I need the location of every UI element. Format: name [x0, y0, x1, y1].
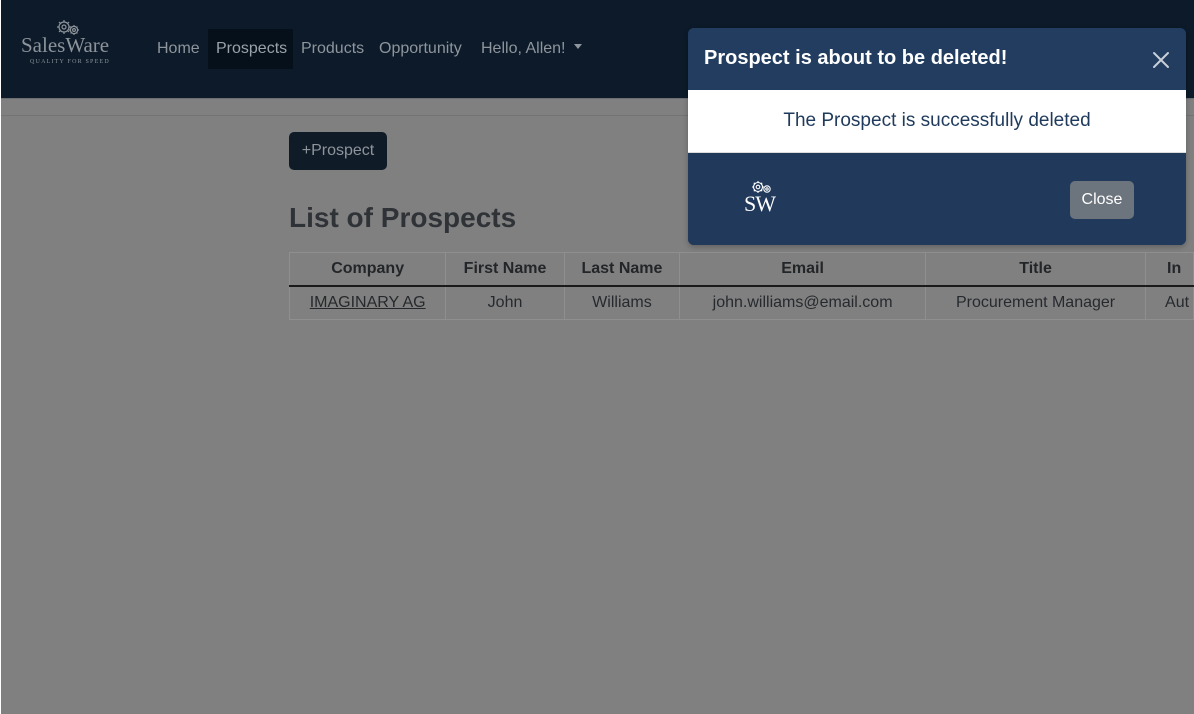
cell-title: Procurement Manager [925, 285, 1147, 320]
table-header-row: Company First Name Last Name Email Title… [288, 252, 1194, 287]
cell-company: IMAGINARY AG [288, 285, 447, 320]
sw-logo: SW [744, 179, 784, 217]
nav-home[interactable]: Home [149, 29, 208, 69]
modal-title: Prospect is about to be deleted! [704, 47, 1008, 69]
user-greeting: Hello, Allen! [481, 40, 566, 57]
logo-tagline: QUALITY FOR SPEED [30, 59, 110, 65]
page-title: List of Prospects [289, 202, 517, 233]
window-edge [0, 0, 1, 714]
modal-footer: SW Close [688, 153, 1186, 245]
cell-first-name: John [445, 285, 565, 320]
user-menu-dropdown[interactable]: Hello, Allen! [473, 29, 590, 69]
cell-industry: Aut [1145, 285, 1194, 320]
nav-opportunity[interactable]: Opportunity [371, 29, 470, 69]
caret-down-icon [573, 44, 582, 50]
modal-header: Prospect is about to be deleted! [688, 28, 1186, 90]
salesware-logo[interactable]: SalesWare QUALITY FOR SPEED [21, 18, 117, 70]
cell-last-name: Williams [563, 285, 681, 320]
column-header-last-name[interactable]: Last Name [563, 252, 681, 287]
close-button[interactable]: Close [1070, 181, 1134, 219]
add-prospect-button[interactable]: +Prospect [289, 132, 387, 170]
cell-email: john.williams@email.com [679, 285, 927, 320]
close-icon[interactable] [1151, 50, 1171, 70]
column-header-company[interactable]: Company [288, 252, 447, 287]
column-header-title[interactable]: Title [925, 252, 1147, 287]
column-header-email[interactable]: Email [679, 252, 927, 287]
delete-confirmation-modal: Prospect is about to be deleted! The Pro… [688, 28, 1186, 245]
sw-logo-text: SW [744, 191, 776, 216]
company-link[interactable]: IMAGINARY AG [310, 294, 426, 311]
table-row: IMAGINARY AG John Williams john.williams… [288, 285, 1194, 320]
nav-prospects[interactable]: Prospects [208, 29, 293, 69]
nav-products[interactable]: Products [293, 29, 372, 69]
column-header-first-name[interactable]: First Name [445, 252, 565, 287]
modal-body: The Prospect is successfully deleted [688, 90, 1186, 153]
modal-message: The Prospect is successfully deleted [783, 110, 1091, 131]
prospects-table: Company First Name Last Name Email Title… [288, 252, 1194, 320]
column-header-industry[interactable]: In [1145, 252, 1194, 287]
logo-brand-text: SalesWare [21, 33, 110, 57]
